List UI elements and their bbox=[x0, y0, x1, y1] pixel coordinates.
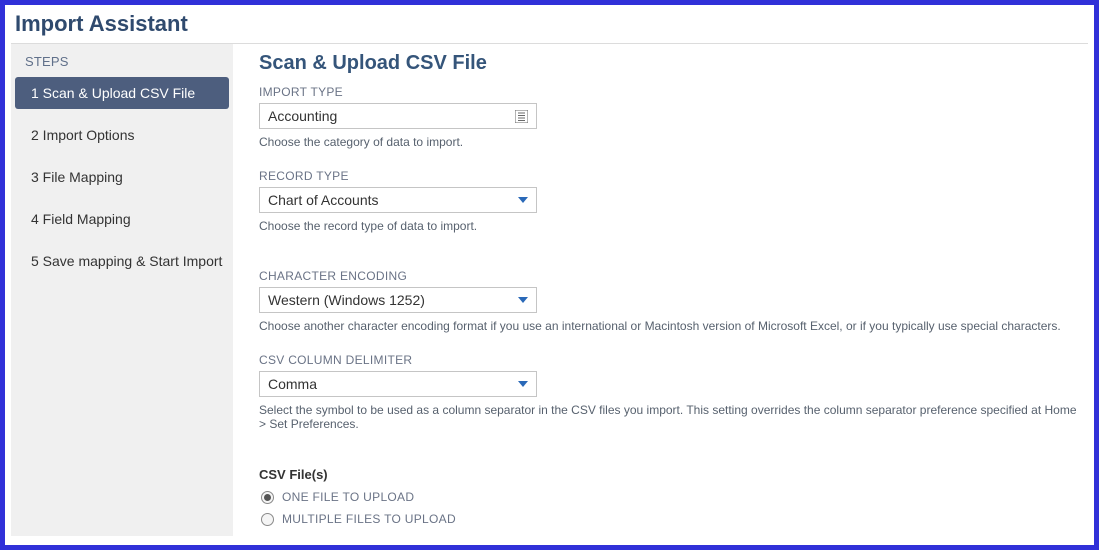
record-type-label: RECORD TYPE bbox=[259, 169, 1080, 183]
delimiter-label: CSV COLUMN DELIMITER bbox=[259, 353, 1080, 367]
chevron-down-icon bbox=[518, 381, 528, 387]
radio-multi-files[interactable] bbox=[261, 513, 274, 526]
csv-files-hint: Choose whether to import data from a sin… bbox=[259, 534, 1080, 536]
sidebar-item-scan-upload[interactable]: 1 Scan & Upload CSV File bbox=[15, 77, 229, 109]
import-type-select[interactable]: Accounting bbox=[259, 103, 537, 129]
delimiter-value: Comma bbox=[268, 376, 518, 392]
page-title: Import Assistant bbox=[11, 9, 1088, 43]
sidebar-item-import-options[interactable]: 2 Import Options bbox=[11, 119, 233, 151]
sidebar-item-field-mapping[interactable]: 4 Field Mapping bbox=[11, 203, 233, 235]
record-type-hint: Choose the record type of data to import… bbox=[259, 219, 1080, 233]
char-encoding-value: Western (Windows 1252) bbox=[268, 292, 518, 308]
import-type-label: IMPORT TYPE bbox=[259, 85, 1080, 99]
csv-files-label: CSV File(s) bbox=[259, 467, 1080, 482]
import-type-value: Accounting bbox=[268, 108, 515, 124]
section-title: Scan & Upload CSV File bbox=[259, 50, 1080, 85]
chevron-down-icon bbox=[518, 197, 528, 203]
record-type-select[interactable]: Chart of Accounts bbox=[259, 187, 537, 213]
delimiter-hint: Select the symbol to be used as a column… bbox=[259, 403, 1080, 431]
delimiter-select[interactable]: Comma bbox=[259, 371, 537, 397]
char-encoding-hint: Choose another character encoding format… bbox=[259, 319, 1080, 333]
radio-multi-files-label: MULTIPLE FILES TO UPLOAD bbox=[282, 512, 456, 526]
char-encoding-select[interactable]: Western (Windows 1252) bbox=[259, 287, 537, 313]
chevron-down-icon bbox=[518, 297, 528, 303]
char-encoding-label: CHARACTER ENCODING bbox=[259, 269, 1080, 283]
steps-header: STEPS bbox=[11, 44, 233, 77]
radio-one-file-label: ONE FILE TO UPLOAD bbox=[282, 490, 414, 504]
sidebar-item-save-start[interactable]: 5 Save mapping & Start Import bbox=[11, 245, 233, 277]
radio-one-file[interactable] bbox=[261, 491, 274, 504]
main-panel: Scan & Upload CSV File IMPORT TYPE Accou… bbox=[233, 44, 1088, 536]
import-type-hint: Choose the category of data to import. bbox=[259, 135, 1080, 149]
sidebar-item-file-mapping[interactable]: 3 File Mapping bbox=[11, 161, 233, 193]
sidebar: STEPS 1 Scan & Upload CSV File 2 Import … bbox=[11, 44, 233, 536]
list-icon bbox=[515, 110, 528, 123]
record-type-value: Chart of Accounts bbox=[268, 192, 518, 208]
